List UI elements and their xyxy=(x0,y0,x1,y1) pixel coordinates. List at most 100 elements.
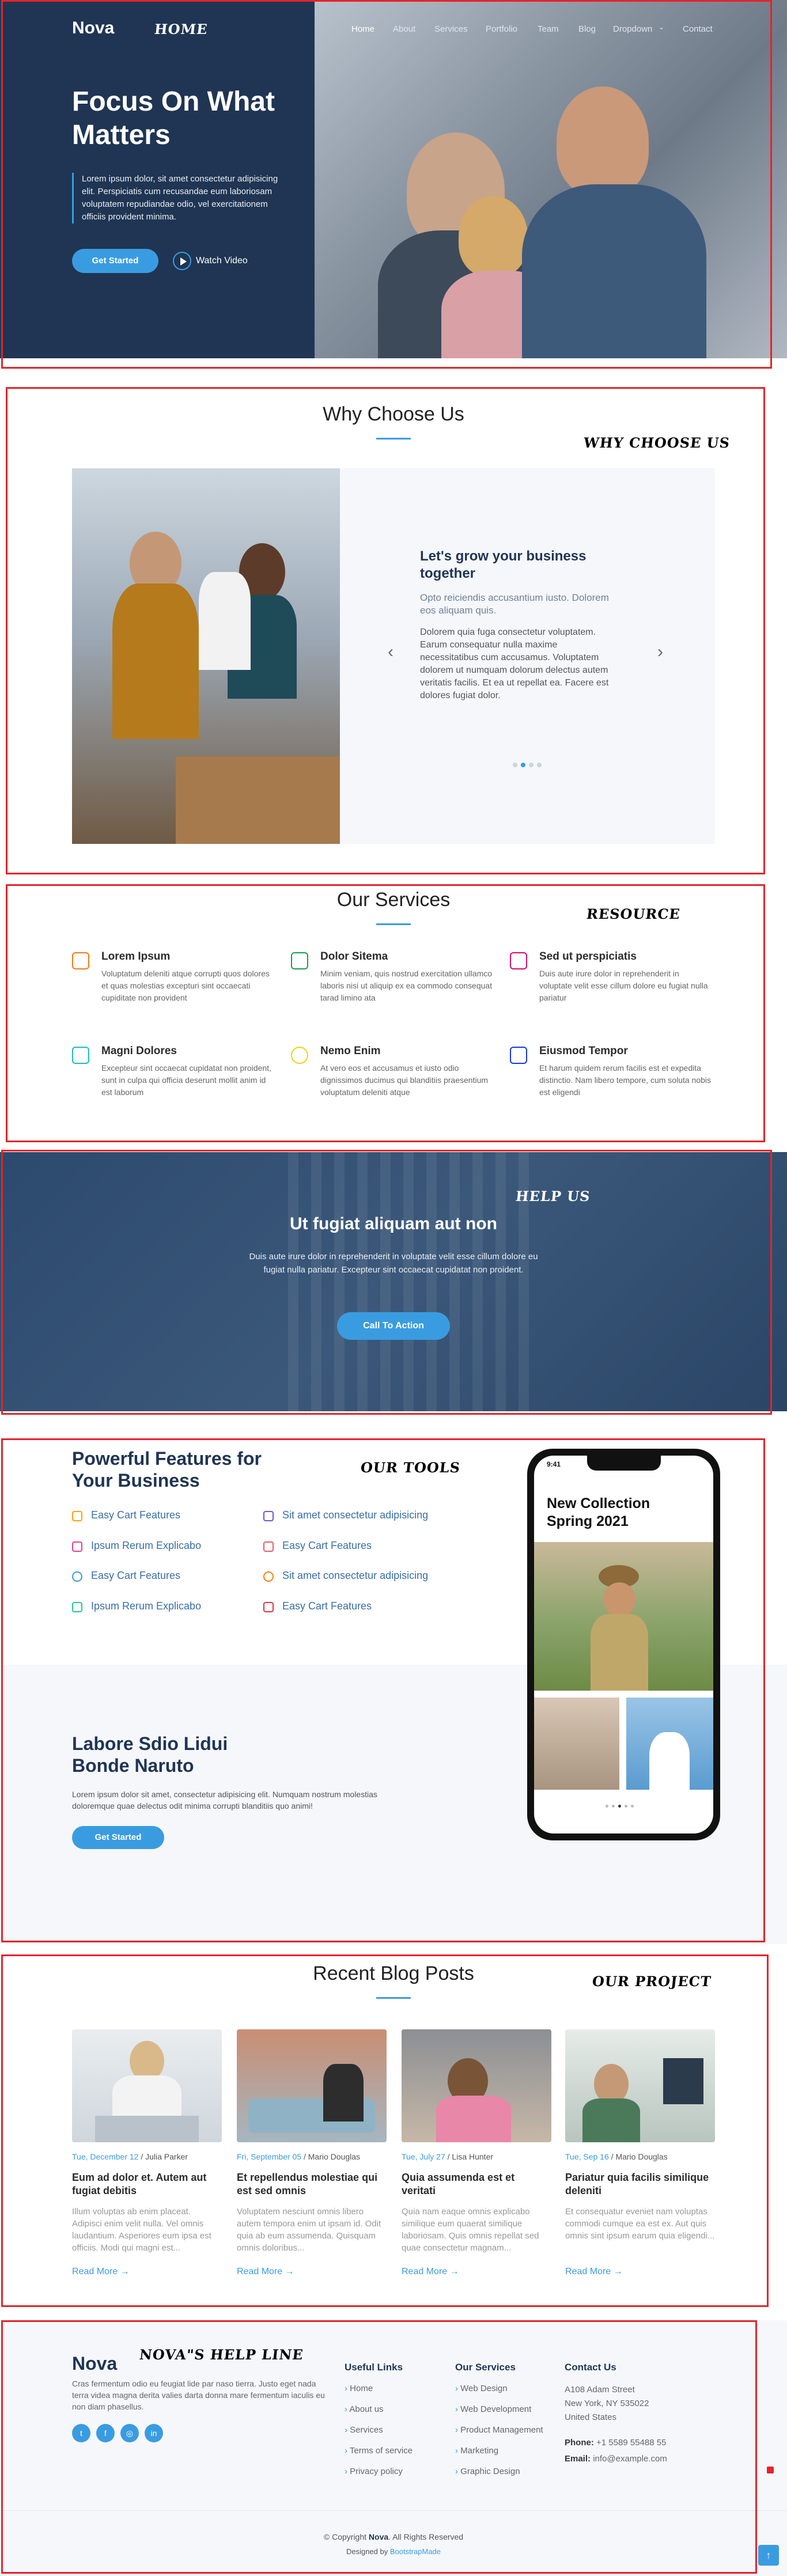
service-title: Eiusmod Tempor xyxy=(539,1045,628,1057)
blog-excerpt: Quia nam eaque omnis explicabo similique… xyxy=(402,2207,539,2253)
blog-image[interactable] xyxy=(237,2029,387,2142)
why-title: Why Choose Us xyxy=(323,403,464,425)
blog-author: Mario Douglas xyxy=(308,2152,360,2161)
features-sub-title: Labore Sdio Lidui Bonde Naruto xyxy=(72,1733,228,1776)
read-more-link[interactable]: Read More → xyxy=(72,2267,130,2277)
read-more-label: Read More xyxy=(565,2267,611,2276)
chevron-right-icon[interactable]: › xyxy=(657,642,663,662)
blog-post-title[interactable]: Quia assumenda est et veritati xyxy=(402,2171,551,2198)
blog-author: Mario Douglas xyxy=(615,2152,668,2161)
blog-excerpt: Illum voluptas ab enim placeat. Adipisci… xyxy=(72,2207,211,2253)
contact-title: Contact Us xyxy=(565,2362,616,2373)
chevron-left-icon[interactable]: ‹ xyxy=(388,642,394,662)
phone-hero-image xyxy=(534,1542,713,1691)
nav-home[interactable]: Home xyxy=(351,24,374,34)
contact-phone: Phone: +1 5589 55488 55 xyxy=(565,2438,667,2448)
service-text: Excepteur sint occaecat cupidatat non pr… xyxy=(101,1063,271,1097)
blog-image[interactable] xyxy=(565,2029,715,2142)
stamp-resource: RESOURCE xyxy=(585,906,682,922)
title-underline xyxy=(376,1997,411,1999)
slider-dot[interactable] xyxy=(513,763,517,767)
blog-post-title[interactable]: Eum ad dolor et. Autem aut fugiat debiti… xyxy=(72,2171,222,2198)
blog-image[interactable] xyxy=(402,2029,551,2142)
slider-dot[interactable] xyxy=(521,763,525,767)
service-title: Sed ut perspiciatis xyxy=(539,950,637,963)
footer-link[interactable]: › Product Management xyxy=(455,2425,543,2435)
watch-video-link[interactable]: Watch Video xyxy=(196,256,248,266)
back-to-top-button[interactable]: ↑ xyxy=(758,2545,779,2566)
footer-divider xyxy=(0,2510,787,2511)
footer-services-title: Our Services xyxy=(455,2362,516,2373)
blog-post-title[interactable]: Et repellendus molestiae qui est sed omn… xyxy=(237,2171,387,2198)
credits-link[interactable]: BootstrapMade xyxy=(390,2547,441,2556)
linkedin-icon[interactable]: in xyxy=(145,2424,163,2442)
read-more-link[interactable]: Read More → xyxy=(565,2267,623,2277)
contact-address: United States xyxy=(565,2412,617,2422)
footer-link[interactable]: › About us xyxy=(345,2404,384,2414)
briefcase-icon xyxy=(72,952,89,969)
feature-item: Easy Cart Features xyxy=(282,1540,372,1551)
arrow-right-icon: → xyxy=(120,2267,130,2276)
nav-about[interactable]: About xyxy=(393,24,415,34)
footer-link[interactable]: › Web Development xyxy=(455,2404,531,2414)
footer-link[interactable]: › Marketing xyxy=(455,2446,498,2456)
slide-title: Let's grow your business together xyxy=(420,548,587,581)
title-underline xyxy=(376,923,411,925)
feature-icon xyxy=(72,1571,82,1582)
play-icon[interactable] xyxy=(173,252,191,270)
instagram-icon[interactable]: ◎ xyxy=(120,2424,139,2442)
footer-link[interactable]: › Services xyxy=(345,2425,383,2435)
blog-image[interactable] xyxy=(72,2029,222,2142)
get-started-button[interactable]: Get Started xyxy=(72,1826,164,1849)
nav-services[interactable]: Services xyxy=(434,24,468,34)
read-more-link[interactable]: Read More → xyxy=(402,2267,459,2277)
service-title: Lorem Ipsum xyxy=(101,950,171,963)
call-to-action-button[interactable]: Call To Action xyxy=(337,1312,450,1340)
site-logo[interactable]: Nova xyxy=(72,18,114,38)
service-text: Duis aute irure dolor in reprehenderit i… xyxy=(539,969,708,1002)
read-more-link[interactable]: Read More → xyxy=(237,2267,294,2277)
person-figure xyxy=(557,86,649,196)
feature-item: Sit amet consectetur adipisicing xyxy=(282,1509,429,1521)
slider-dot[interactable] xyxy=(529,763,534,767)
slide-lead: Opto reiciendis accusantium iusto. Dolor… xyxy=(420,592,609,616)
stamp-why: WHY CHOOSE US xyxy=(582,434,731,451)
nav-dropdown[interactable]: Dropdown xyxy=(613,24,652,34)
feature-icon xyxy=(263,1602,274,1612)
hero-section: Nova HOME Home About Services Portfolio … xyxy=(0,0,787,358)
feature-icon xyxy=(72,1511,82,1521)
site-footer: Nova NOVA"S HELP LINE Cras fermentum odi… xyxy=(0,2320,787,2576)
blog-author: Lisa Hunter xyxy=(452,2152,494,2161)
nav-contact[interactable]: Contact xyxy=(683,24,713,34)
slide-text: Dolorem quia fuga consectetur voluptatem… xyxy=(420,627,609,700)
feature-icon xyxy=(263,1571,274,1582)
phone-notch xyxy=(587,1456,661,1471)
stamp-home: HOME xyxy=(153,21,209,37)
nav-team[interactable]: Team xyxy=(538,24,559,34)
read-more-label: Read More xyxy=(237,2267,283,2276)
twitter-icon[interactable]: t xyxy=(72,2424,90,2442)
footer-logo[interactable]: Nova xyxy=(72,2353,117,2374)
blog-date: Tue, July 27 xyxy=(402,2152,445,2161)
cta-section: HELP US Ut fugiat aliquam aut non Duis a… xyxy=(0,1152,787,1411)
contact-address: New York, NY 535022 xyxy=(565,2399,649,2408)
footer-link[interactable]: › Terms of service xyxy=(345,2446,413,2456)
nav-portfolio[interactable]: Portfolio xyxy=(486,24,517,34)
blog-date: Tue, Sep 16 xyxy=(565,2152,609,2161)
footer-link[interactable]: › Web Design xyxy=(455,2384,508,2393)
get-started-button[interactable]: Get Started xyxy=(72,249,158,273)
nav-blog[interactable]: Blog xyxy=(578,24,596,34)
phone-screen: 9:41 New Collection Spring 2021 xyxy=(534,1456,713,1833)
slider-dot[interactable] xyxy=(537,763,542,767)
title-underline xyxy=(376,438,411,440)
service-title: Dolor Sitema xyxy=(320,950,388,963)
footer-link[interactable]: › Home xyxy=(345,2384,373,2393)
blog-post-title[interactable]: Pariatur quia facilis similique deleniti xyxy=(565,2171,715,2198)
feature-item: Easy Cart Features xyxy=(91,1509,181,1521)
footer-link[interactable]: › Privacy policy xyxy=(345,2467,403,2476)
stamp-helpline: NOVA"S HELP LINE xyxy=(138,2346,305,2363)
footer-link[interactable]: › Graphic Design xyxy=(455,2467,520,2476)
slider-dots xyxy=(513,763,542,767)
binoculars-icon xyxy=(72,1047,89,1064)
facebook-icon[interactable]: f xyxy=(96,2424,115,2442)
